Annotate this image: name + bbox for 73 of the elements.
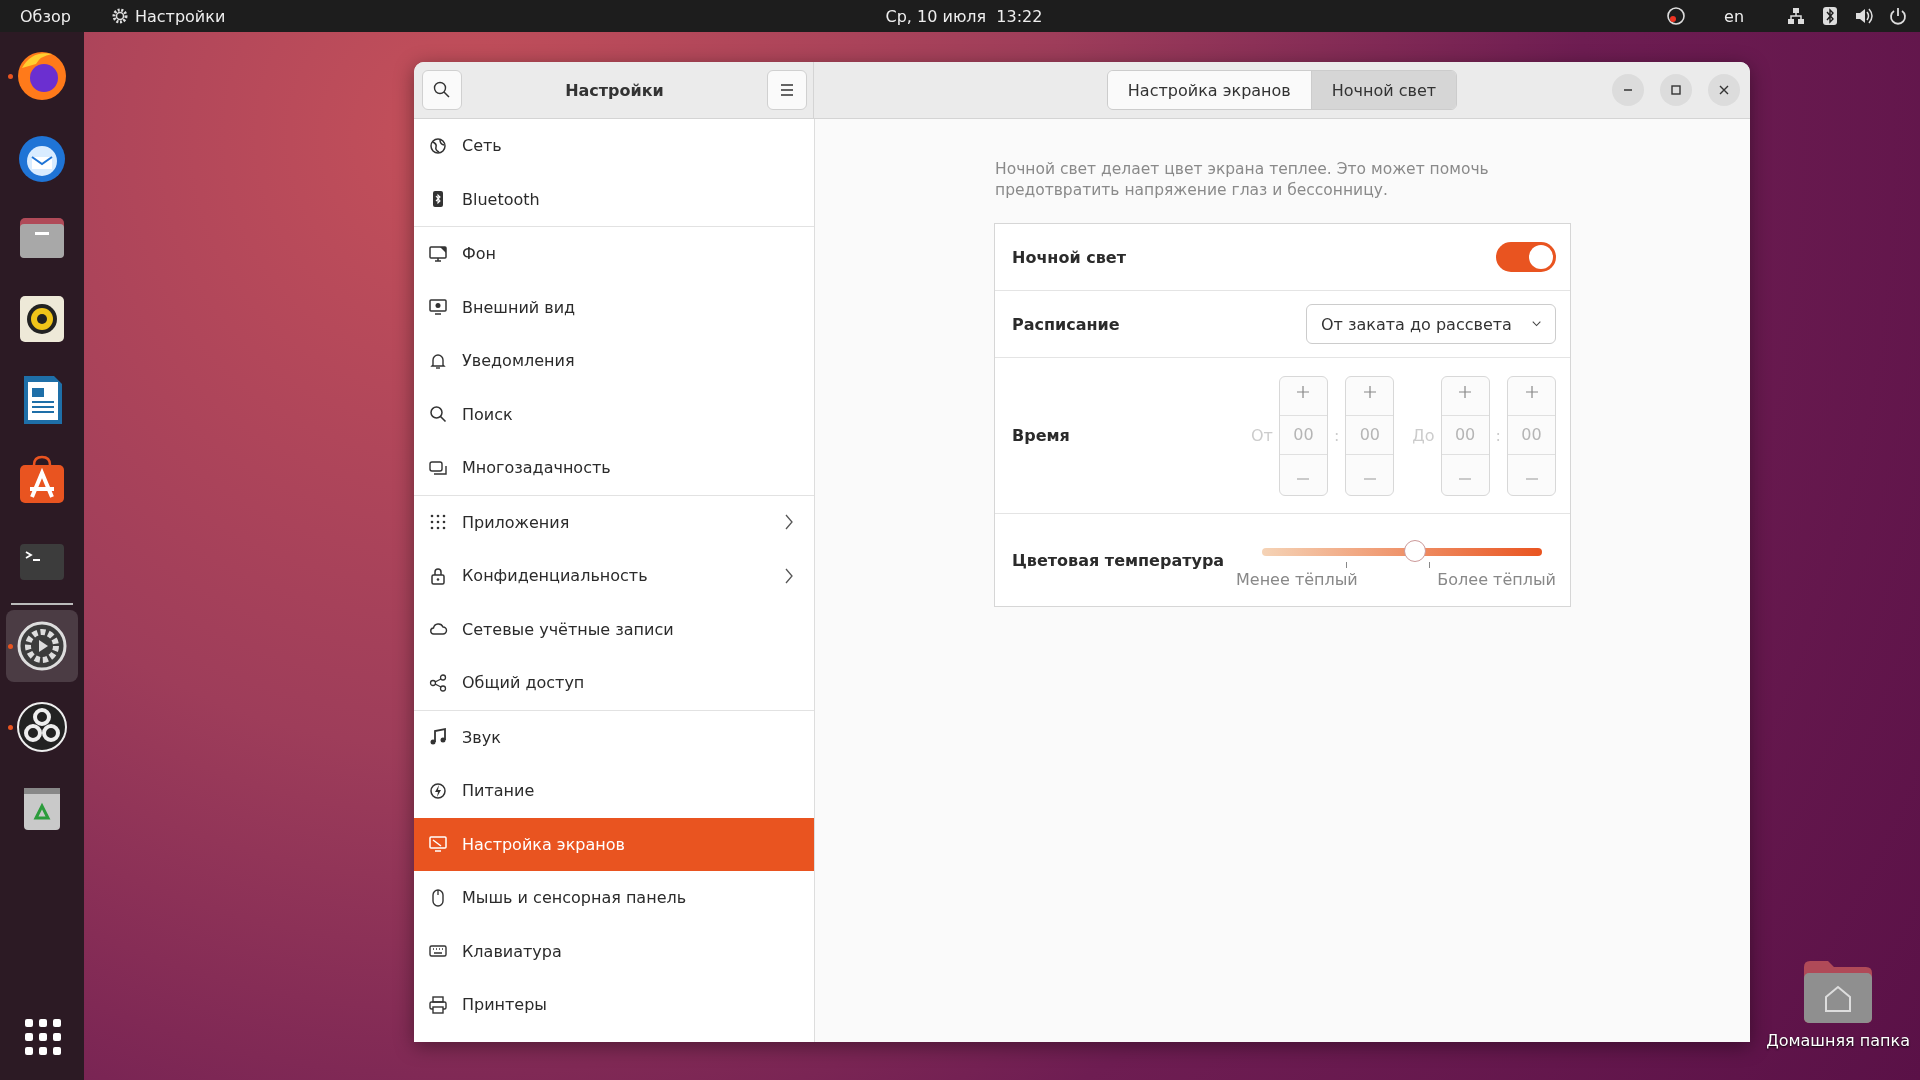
minus-icon [1296,478,1311,481]
sidebar-item[interactable]: Поиск [414,387,814,441]
sidebar-item[interactable]: Многозадачность [414,441,814,495]
minus-icon [1458,478,1473,481]
minus-icon [1524,478,1539,481]
toggle-switch[interactable] [1496,242,1556,272]
sidebar-item[interactable]: Сеть [414,119,814,173]
network-icon [1786,6,1806,26]
app-menu[interactable]: Настройки [110,6,226,26]
tab[interactable]: Ночной свет [1310,71,1457,109]
tray-status-icon [1666,6,1687,26]
sidebar-item[interactable]: Клавиатура [414,924,814,978]
max-label: Более тёплый [1437,570,1556,589]
minus-icon [1362,478,1377,481]
time-separator: : [1333,426,1340,445]
bluetooth-icon [1820,6,1840,26]
maximize-button[interactable] [1660,74,1692,106]
min-label: Менее тёплый [1236,570,1358,589]
volume-icon [1854,6,1874,26]
activities-button[interactable]: Обзор [20,6,71,26]
search-button[interactable] [422,70,462,110]
temperature-slider[interactable] [1262,540,1542,564]
plus-icon [1458,384,1473,399]
search-icon [432,80,452,100]
setting-label: Расписание [1012,314,1121,334]
menu-button[interactable] [767,70,807,110]
search-icon [428,404,448,425]
close-button[interactable] [1708,74,1740,106]
window-title: Настройки [565,80,664,100]
slider-handle[interactable] [1403,540,1426,562]
globe-icon [428,135,448,156]
close-icon [1717,83,1731,97]
sidebar-item[interactable]: Общий доступ [414,656,814,710]
sidebar-item[interactable]: Питание [414,764,814,818]
setting-label: Время [1012,426,1071,445]
plus-icon [1362,384,1377,399]
lock-icon [428,565,448,586]
power-icon [1888,6,1908,26]
sidebar-item[interactable]: Приложения [414,495,814,549]
sidebar-item[interactable]: Bluetooth [414,172,814,226]
home-folder-label[interactable]: Домашняя папка [1766,1031,1910,1050]
sidebar-item[interactable]: Фон [414,227,814,281]
sidebar-item[interactable]: Уведомления [414,334,814,388]
plus-icon [1524,384,1539,399]
monitor-icon [428,834,448,855]
dock-item[interactable] [6,610,78,682]
maximize-icon [1669,83,1683,97]
ring-icon [14,699,70,755]
monitor-icon [428,243,448,264]
gear-icon [110,7,129,25]
sidebar-item[interactable]: Внешний вид [414,280,814,334]
clock[interactable]: Ср, 10 июля 13:22 [885,6,1043,26]
power-icon [428,780,448,801]
sidebar-item[interactable]: Звук [414,710,814,764]
home-folder-icon[interactable] [1804,961,1873,1023]
time-separator: : [1495,426,1501,445]
language-indicator[interactable]: en [1724,6,1744,26]
sidebar-item[interactable]: Сетевые учётные записи [414,602,814,656]
tab[interactable]: Настройка экранов [1107,71,1311,109]
app-grid-icon[interactable] [22,1016,62,1056]
plus-icon [1296,384,1311,399]
monitor-icon [428,297,448,318]
caret-icon [1531,320,1541,328]
sidebar-item[interactable]: Настройка экранов [414,817,814,871]
schedule-dropdown[interactable]: От заката до рассвета [1306,304,1556,344]
share-icon [428,672,448,693]
setting-label: Ночной свет [1012,247,1127,267]
sidebar-item[interactable]: Принтеры [414,978,814,1032]
sidebar-item[interactable]: Мышь и сенсорная панель [414,871,814,925]
sidebar-item[interactable]: Конфиденциальность [414,549,814,603]
printer-icon [428,994,448,1015]
description-text: Ночной свет делает цвет экрана теплее. Это может помочь предотвратить напряжение глаз и бессонницу. [995,159,1490,201]
setting-label: Цветовая температура [1012,550,1226,570]
